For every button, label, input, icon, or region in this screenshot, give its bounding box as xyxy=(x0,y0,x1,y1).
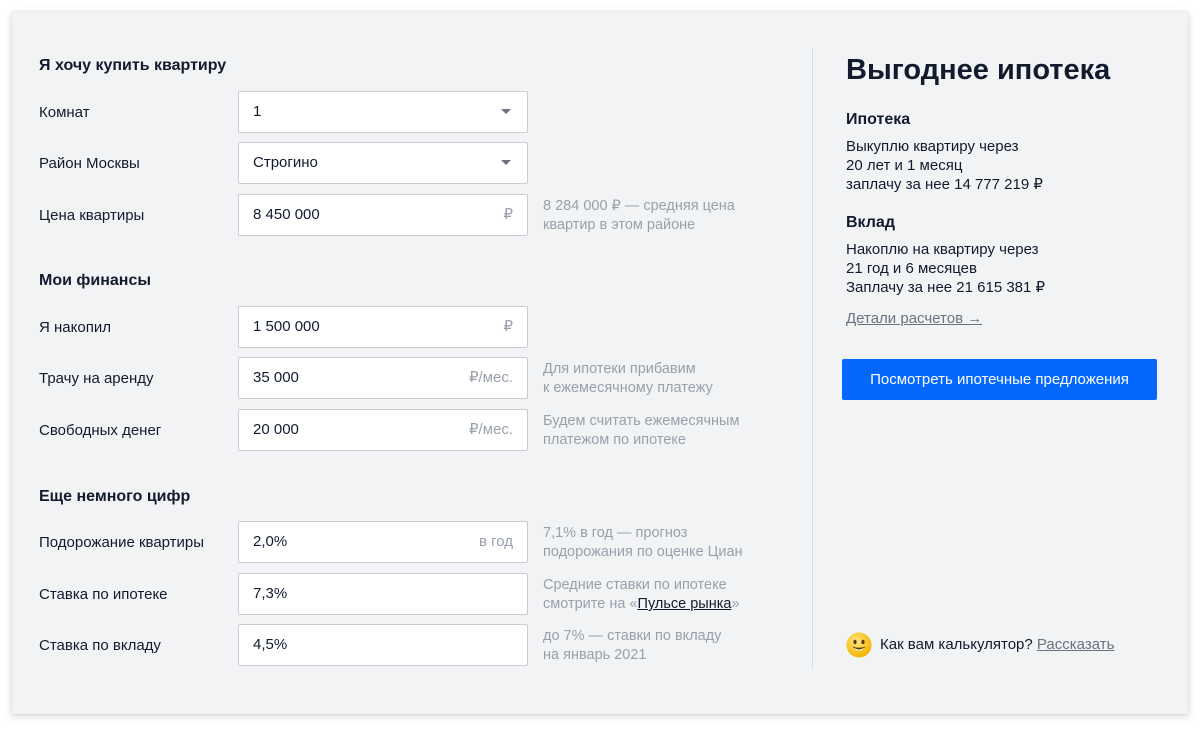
rooms-row: Комнат 1 xyxy=(39,91,799,135)
price-value: 8 450 000 xyxy=(253,206,320,223)
growth-label: Подорожание квартиры xyxy=(39,534,205,551)
price-hint-line1: 8 284 000 ₽ — средняя цена xyxy=(543,198,735,214)
mortgage-rate-value: 7,3% xyxy=(253,585,288,602)
saved-row: Я накопил 1 500 000 ₽ xyxy=(39,306,799,350)
saved-suffix: ₽ xyxy=(503,318,513,335)
deposit-rate-hint-line2: на январь 2021 xyxy=(543,647,647,663)
mortgage-rate-hint: Средние ставки по ипотеке смотрите на «П… xyxy=(543,576,783,614)
feedback-question: Как вам калькулятор? xyxy=(880,636,1037,653)
rent-label: Трачу на аренду xyxy=(39,370,154,387)
section-title-finances: Мои финансы xyxy=(39,272,152,289)
section-title-numbers: Еще немного цифр xyxy=(39,488,191,505)
market-pulse-link[interactable]: Пульсе рынка xyxy=(638,596,732,612)
saved-input[interactable]: 1 500 000 ₽ xyxy=(238,306,528,348)
growth-input[interactable]: 2,0% в год xyxy=(238,521,528,563)
free-money-hint: Будем считать ежемесячным платежом по ип… xyxy=(543,412,783,450)
price-hint-line2: квартир в этом районе xyxy=(543,217,696,233)
calculator-card: Я хочу купить квартиру Комнат 1 Район Мо… xyxy=(12,12,1188,714)
growth-hint-line2: подорожания по оценке Циан xyxy=(543,544,743,560)
rooms-select[interactable]: 1 xyxy=(238,91,528,133)
section-title-buy: Я хочу купить квартиру xyxy=(39,57,227,74)
rent-hint: Для ипотеки прибавим к ежемесячному плат… xyxy=(543,360,783,398)
mortgage-rate-row: Ставка по ипотеке 7,3% Средние ставки по… xyxy=(39,573,799,617)
growth-hint: 7,1% в год — прогноз подорожания по оцен… xyxy=(543,524,783,562)
free-money-input[interactable]: 20 000 ₽/мес. xyxy=(238,409,528,451)
growth-row: Подорожание квартиры 2,0% в год 7,1% в г… xyxy=(39,521,799,565)
mortgage-rate-hint-suffix: » xyxy=(731,596,740,612)
district-value: Строгино xyxy=(253,154,318,171)
price-label: Цена квартиры xyxy=(39,207,145,224)
free-money-suffix: ₽/мес. xyxy=(468,421,513,438)
district-row: Район Москвы Строгино xyxy=(39,142,799,186)
rent-suffix: ₽/мес. xyxy=(468,369,513,386)
feedback-tell-link[interactable]: Рассказать xyxy=(1037,636,1115,653)
feedback-text: Как вам калькулятор? Рассказать xyxy=(880,636,1114,653)
growth-value: 2,0% xyxy=(253,533,288,550)
mortgage-rate-hint-line2: смотрите на «Пульсе рынка» xyxy=(543,595,783,614)
mortgage-line2: 20 лет и 1 месяц xyxy=(846,157,963,174)
growth-hint-line1: 7,1% в год — прогноз xyxy=(543,525,688,541)
deposit-line1: Накоплю на квартиру через xyxy=(846,241,1039,258)
view-mortgage-offers-button[interactable]: Посмотреть ипотечные предложения xyxy=(842,359,1157,400)
price-suffix: ₽ xyxy=(503,206,513,223)
free-money-hint-line2: платежом по ипотеке xyxy=(543,432,686,448)
mortgage-line3: заплачу за нее 14 777 219 ₽ xyxy=(846,176,1043,193)
district-label: Район Москвы xyxy=(39,155,140,172)
feedback-prompt: Как вам калькулятор? Рассказать xyxy=(846,632,1176,660)
result-panel: Выгоднее ипотека Ипотека Выкуплю квартир… xyxy=(842,12,1176,714)
deposit-rate-input[interactable]: 4,5% xyxy=(238,624,528,666)
free-money-label: Свободных денег xyxy=(39,422,162,439)
saved-value: 1 500 000 xyxy=(253,318,320,335)
mortgage-rate-label: Ставка по ипотеке xyxy=(39,586,168,603)
mortgage-line1: Выкуплю квартиру через xyxy=(846,138,1019,155)
rent-input[interactable]: 35 000 ₽/мес. xyxy=(238,357,528,399)
calculation-details-link[interactable]: Детали расчетов → xyxy=(846,310,982,327)
district-select[interactable]: Строгино xyxy=(238,142,528,184)
free-money-hint-line1: Будем считать ежемесячным xyxy=(543,413,740,429)
rent-hint-line1: Для ипотеки прибавим xyxy=(543,361,696,377)
mortgage-rate-hint-prefix: смотрите на « xyxy=(543,596,638,612)
rent-row: Трачу на аренду 35 000 ₽/мес. Для ипотек… xyxy=(39,357,799,401)
deposit-line3: Заплачу за нее 21 615 381 ₽ xyxy=(846,279,1046,296)
price-row: Цена квартиры 8 450 000 ₽ 8 284 000 ₽ — … xyxy=(39,194,799,238)
price-hint: 8 284 000 ₽ — средняя цена квартир в это… xyxy=(543,197,783,235)
rent-hint-line2: к ежемесячному платежу xyxy=(543,380,713,396)
result-title: Выгоднее ипотека xyxy=(846,54,1111,86)
deposit-rate-value: 4,5% xyxy=(253,636,288,653)
chevron-down-icon xyxy=(501,109,511,114)
growth-suffix: в год xyxy=(478,533,513,550)
mortgage-rate-input[interactable]: 7,3% xyxy=(238,573,528,615)
smile-emoji-icon xyxy=(846,632,872,658)
deposit-rate-hint-line1: до 7% — ставки по вкладу xyxy=(543,628,722,644)
deposit-rate-row: Ставка по вкладу 4,5% до 7% — ставки по … xyxy=(39,624,799,668)
vertical-divider xyxy=(812,48,813,668)
deposit-title: Вклад xyxy=(846,214,895,231)
free-money-value: 20 000 xyxy=(253,421,299,438)
saved-label: Я накопил xyxy=(39,319,111,336)
chevron-down-icon xyxy=(501,160,511,165)
price-input[interactable]: 8 450 000 ₽ xyxy=(238,194,528,236)
free-money-row: Свободных денег 20 000 ₽/мес. Будем счит… xyxy=(39,409,799,453)
deposit-rate-label: Ставка по вкладу xyxy=(39,637,161,654)
mortgage-rate-hint-line1: Средние ставки по ипотеке xyxy=(543,577,727,593)
rooms-label: Комнат xyxy=(39,104,90,121)
rooms-value: 1 xyxy=(253,103,262,120)
calculator-form: Я хочу купить квартиру Комнат 1 Район Мо… xyxy=(39,12,799,714)
mortgage-title: Ипотека xyxy=(846,111,911,128)
deposit-rate-hint: до 7% — ставки по вкладу на январь 2021 xyxy=(543,627,783,665)
rent-value: 35 000 xyxy=(253,369,299,386)
deposit-line2: 21 год и 6 месяцев xyxy=(846,260,977,277)
